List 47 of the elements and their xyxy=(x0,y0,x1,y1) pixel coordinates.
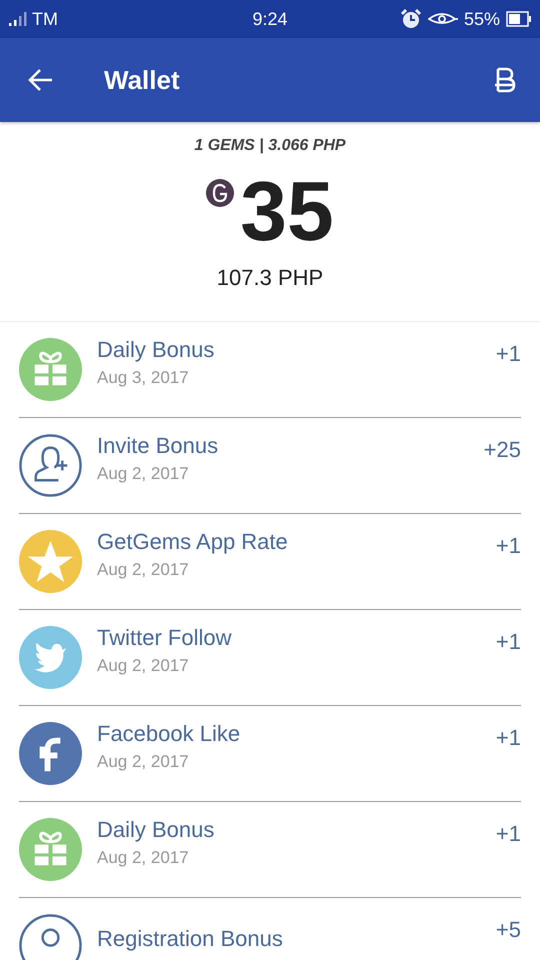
gift-icon xyxy=(19,818,82,881)
add-person-icon xyxy=(19,434,82,497)
transaction-amount: +25 xyxy=(484,437,521,463)
transaction-amount: +1 xyxy=(496,821,521,847)
signal-icon xyxy=(8,11,28,27)
transaction-title: Daily Bonus xyxy=(97,337,216,363)
transaction-amount: +1 xyxy=(496,725,521,751)
transaction-title: Daily Bonus xyxy=(97,817,216,843)
transaction-item[interactable]: Facebook Like Aug 2, 2017 +1 xyxy=(19,706,521,802)
alarm-icon xyxy=(400,9,422,29)
transaction-amount: +1 xyxy=(496,341,521,367)
page-title: Wallet xyxy=(104,64,180,96)
transaction-date: Aug 3, 2017 xyxy=(97,368,190,388)
fiat-balance: 107.3 PHP xyxy=(216,265,324,291)
transaction-amount: +5 xyxy=(496,917,521,943)
gift-icon xyxy=(19,338,82,401)
transaction-date: Aug 2, 2017 xyxy=(97,464,190,484)
transaction-amount: +1 xyxy=(496,533,521,559)
bird-icon xyxy=(19,626,82,689)
transaction-item[interactable]: Invite Bonus Aug 2, 2017 +25 xyxy=(19,418,521,514)
transaction-title: Twitter Follow xyxy=(97,625,232,651)
transaction-date: Aug 2, 2017 xyxy=(97,560,190,580)
gem-coin-icon xyxy=(206,179,234,207)
transaction-title: Registration Bonus xyxy=(97,926,284,952)
transaction-title: GetGems App Rate xyxy=(97,529,289,555)
exchange-rate: 1 GEMS | 3.066 PHP xyxy=(194,137,346,155)
transaction-date: Aug 2, 2017 xyxy=(97,848,190,868)
transaction-item[interactable]: GetGems App Rate Aug 2, 2017 +1 xyxy=(19,514,521,610)
transaction-date: Aug 2, 2017 xyxy=(97,656,190,676)
transaction-title: Invite Bonus xyxy=(97,433,220,459)
transaction-amount: +1 xyxy=(496,629,521,655)
transaction-item[interactable]: Registration Bonus +5 xyxy=(19,898,521,960)
battery-icon xyxy=(506,11,532,27)
gem-balance: 35 xyxy=(240,169,334,253)
baht-sign-icon xyxy=(494,66,516,94)
transaction-title: Facebook Like xyxy=(97,721,242,747)
person-icon xyxy=(19,914,82,960)
letter-f-icon xyxy=(19,722,82,785)
transaction-date: Aug 2, 2017 xyxy=(97,752,190,772)
back-arrow-icon xyxy=(28,68,54,92)
battery-percent: 55% xyxy=(464,8,500,30)
eye-icon xyxy=(428,11,458,27)
status-time: 9:24 xyxy=(252,8,288,30)
transaction-item[interactable]: Daily Bonus Aug 3, 2017 +1 xyxy=(19,322,521,418)
transaction-item[interactable]: Twitter Follow Aug 2, 2017 +1 xyxy=(19,610,521,706)
transaction-item[interactable]: Daily Bonus Aug 2, 2017 +1 xyxy=(19,802,521,898)
carrier-name: TM xyxy=(32,8,58,30)
